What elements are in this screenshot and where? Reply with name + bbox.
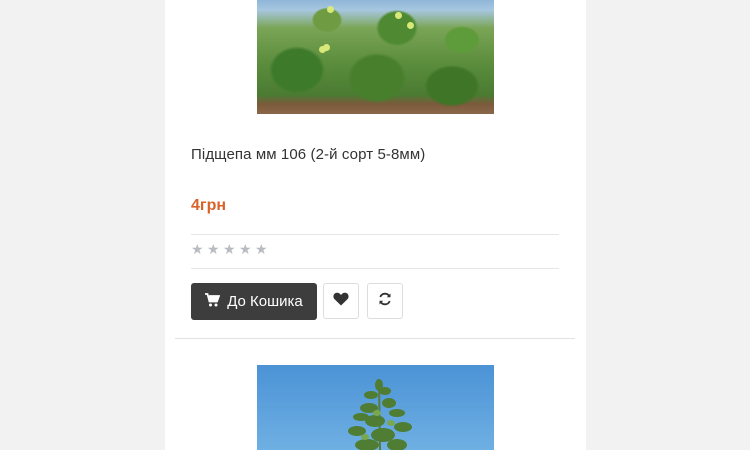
product-price: 4грн [191, 197, 226, 214]
compare-button[interactable] [367, 283, 403, 319]
shopping-cart-icon [205, 292, 221, 311]
product-title[interactable]: Підщепа мм 106 (2-й сорт 5-8мм) [191, 146, 425, 163]
apple-fruit [395, 12, 402, 19]
apple-fruit [407, 22, 414, 29]
star-icon: ★ [223, 241, 236, 257]
page: Підщепа мм 106 (2-й сорт 5-8мм) 4грн ★ ★… [0, 0, 750, 450]
add-to-cart-button[interactable]: До Кошика [191, 283, 317, 320]
divider [191, 234, 559, 235]
section-divider [175, 338, 575, 339]
refresh-icon [378, 292, 392, 311]
product-image[interactable] [257, 0, 494, 114]
apple-fruit [327, 6, 334, 13]
apple-fruit [323, 44, 330, 51]
rating-stars: ★ ★ ★ ★ ★ [191, 242, 269, 256]
star-icon: ★ [191, 241, 204, 257]
divider [191, 268, 559, 269]
star-icon: ★ [255, 241, 268, 257]
heart-icon [333, 292, 349, 311]
add-to-cart-label: До Кошика [227, 293, 303, 310]
wishlist-button[interactable] [323, 283, 359, 319]
product-image[interactable] [257, 365, 494, 450]
product-list-column: Підщепа мм 106 (2-й сорт 5-8мм) 4грн ★ ★… [165, 0, 586, 450]
star-icon: ★ [239, 241, 252, 257]
star-icon: ★ [207, 241, 220, 257]
tree-image [348, 378, 412, 450]
